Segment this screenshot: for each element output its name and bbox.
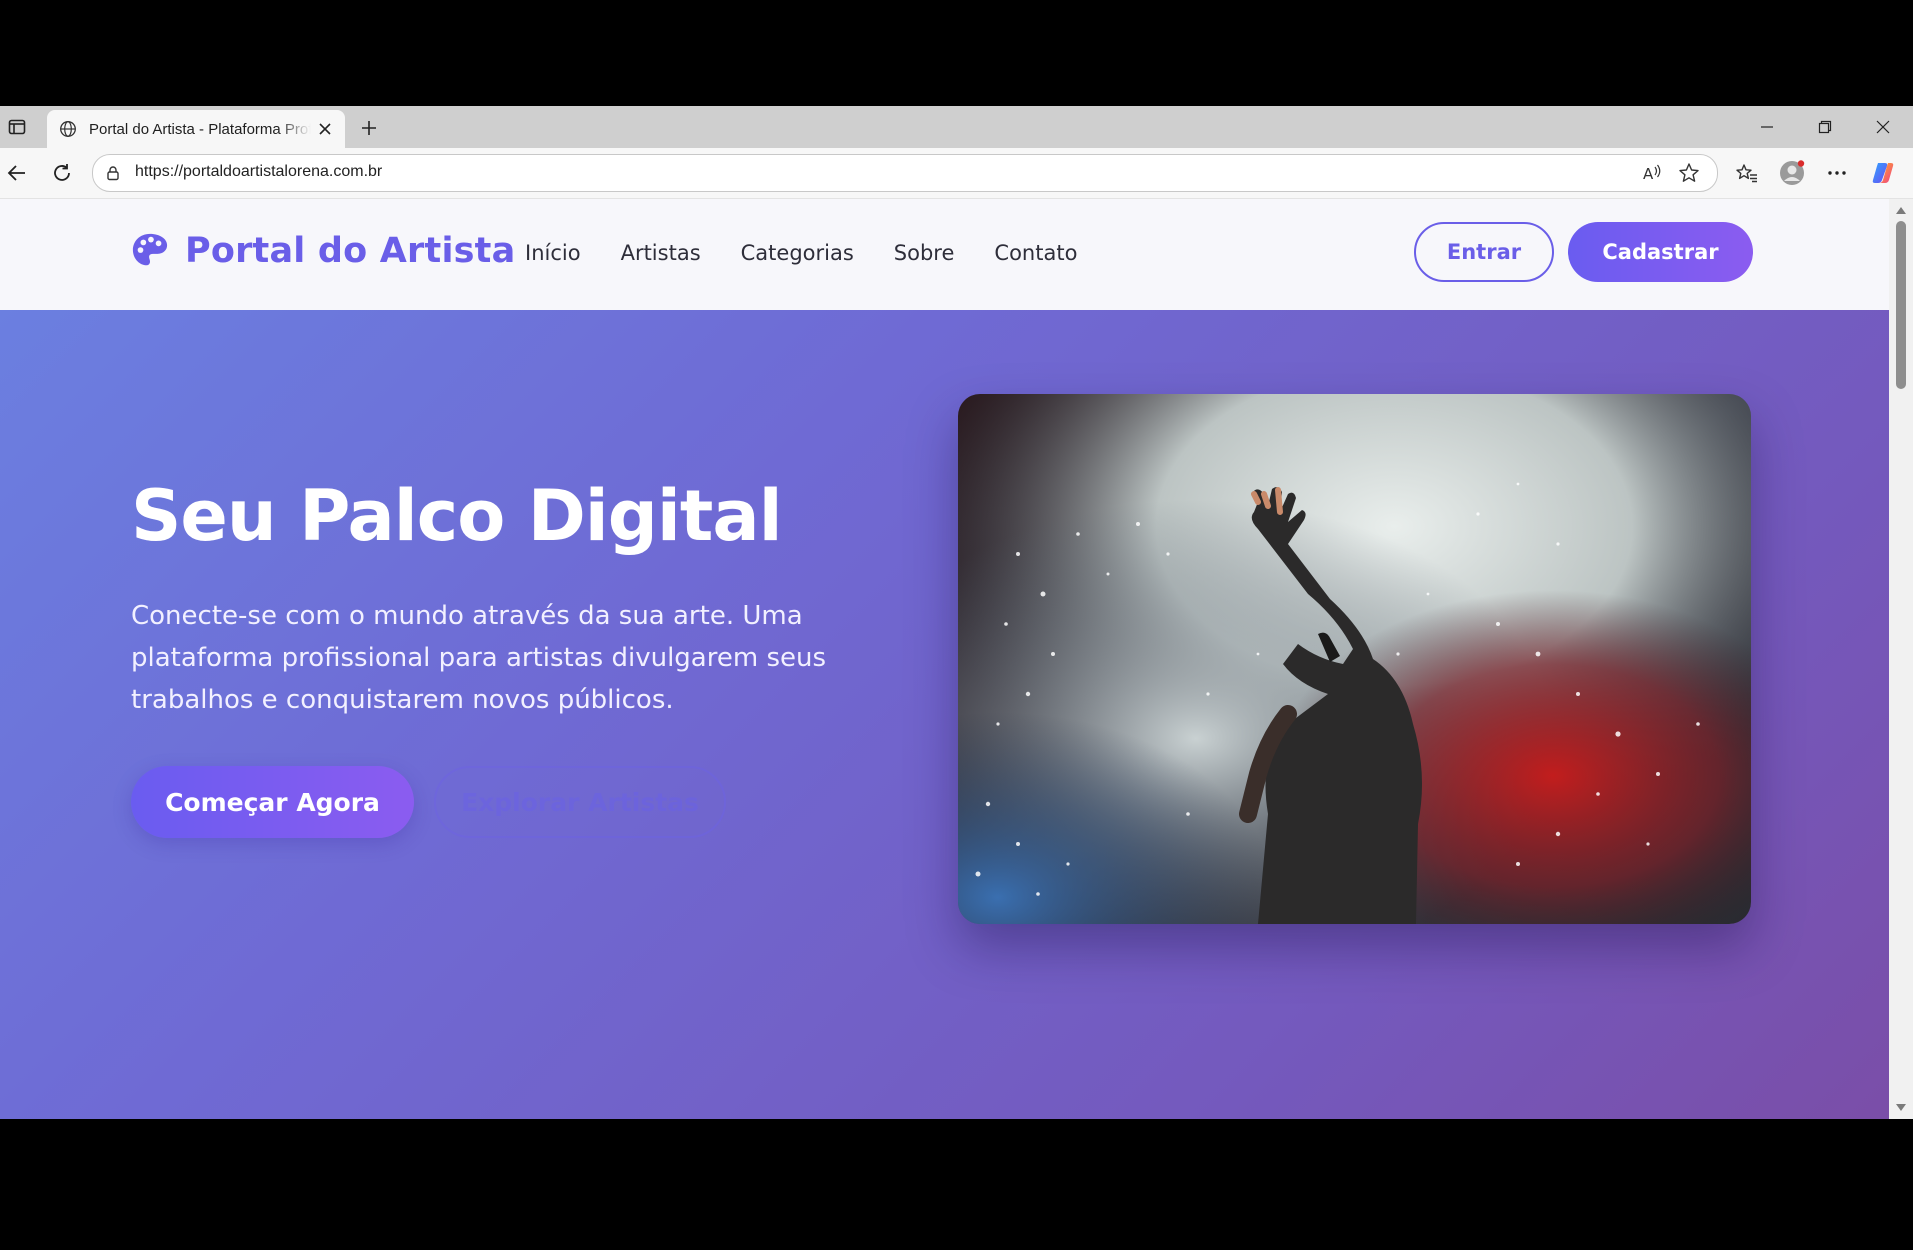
minimize-icon[interactable] <box>1752 114 1782 140</box>
tab-strip: Portal do Artista - Plataforma Profissio… <box>0 106 1913 148</box>
close-tab-icon[interactable] <box>315 119 335 139</box>
profile-avatar-icon[interactable] <box>1779 160 1805 186</box>
lock-icon[interactable] <box>103 163 123 183</box>
nav-link-artistas[interactable]: Artistas <box>621 237 701 269</box>
browser-toolbar: https://portaldoartistalorena.com.br A <box>0 148 1913 199</box>
scroll-up-icon[interactable] <box>1896 207 1906 214</box>
page-viewport: Portal do Artista Início Artistas Catego… <box>0 199 1889 1119</box>
page-scrollbar[interactable] <box>1889 199 1913 1119</box>
palette-icon <box>132 233 168 266</box>
back-arrow-icon[interactable] <box>4 160 30 186</box>
globe-icon <box>57 118 79 140</box>
nav-link-sobre[interactable]: Sobre <box>894 237 955 269</box>
new-tab-icon[interactable] <box>357 116 381 140</box>
login-button[interactable]: Entrar <box>1414 222 1554 282</box>
hero-section: Seu Palco Digital Conecte-se com o mundo… <box>0 310 1889 1119</box>
close-window-icon[interactable] <box>1868 114 1898 140</box>
nav-link-contato[interactable]: Contato <box>994 237 1077 269</box>
scrollbar-thumb[interactable] <box>1896 221 1906 389</box>
brand-name: Portal do Artista <box>185 231 516 271</box>
explore-artists-button[interactable]: Explorar Artistas <box>434 766 726 838</box>
brand-logo[interactable]: Portal do Artista <box>131 231 515 271</box>
hero-image <box>958 394 1751 924</box>
address-bar[interactable]: https://portaldoartistalorena.com.br A <box>92 154 1718 192</box>
url-text: https://portaldoartistalorena.com.br <box>135 163 383 180</box>
favorites-icon[interactable] <box>1734 160 1760 186</box>
singer-on-stage-image <box>958 394 1751 924</box>
nav-link-inicio[interactable]: Início <box>525 237 581 269</box>
main-nav: Início Artistas Categorias Sobre Contato <box>525 237 1117 269</box>
reload-icon[interactable] <box>49 160 75 186</box>
restore-icon[interactable] <box>1810 114 1840 140</box>
nav-link-categorias[interactable]: Categorias <box>741 237 854 269</box>
hero-title: Seu Palco Digital <box>131 475 783 557</box>
hero-subtitle: Conecte-se com o mundo através da sua ar… <box>131 601 827 715</box>
tab-title: Portal do Artista - Plataforma Profissio… <box>89 120 311 138</box>
site-navbar: Portal do Artista Início Artistas Catego… <box>0 199 1889 310</box>
copilot-icon[interactable] <box>1870 160 1896 186</box>
signup-button[interactable]: Cadastrar <box>1568 222 1753 282</box>
more-options-icon[interactable] <box>1824 160 1850 186</box>
browser-window: Portal do Artista - Plataforma Profissio… <box>0 106 1913 1119</box>
get-started-button[interactable]: Começar Agora <box>131 766 414 838</box>
svg-text:A: A <box>1643 165 1654 183</box>
scroll-down-icon[interactable] <box>1896 1104 1906 1111</box>
favorite-star-icon[interactable] <box>1677 161 1701 185</box>
read-aloud-icon[interactable]: A <box>1641 161 1665 185</box>
browser-tab-active[interactable]: Portal do Artista - Plataforma Profissio… <box>47 110 345 148</box>
tab-actions-icon[interactable] <box>6 116 28 138</box>
